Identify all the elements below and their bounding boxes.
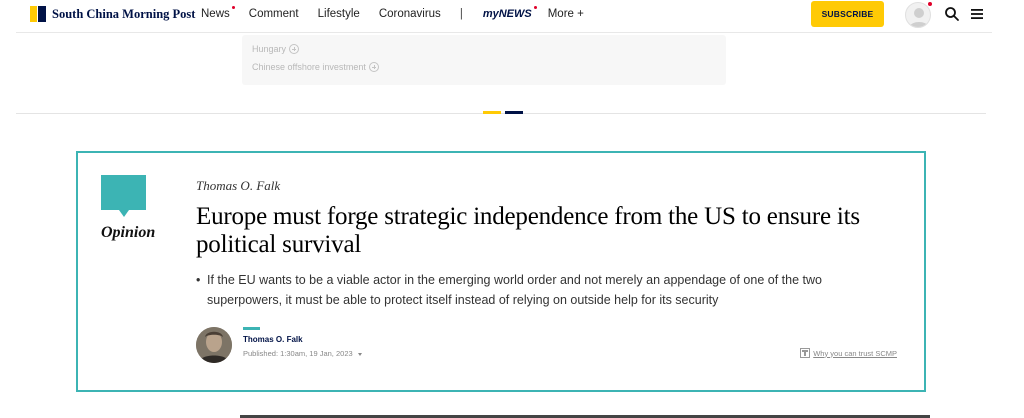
chevron-down-icon bbox=[357, 352, 362, 356]
notification-dot-icon bbox=[533, 6, 537, 9]
summary-text: If the EU wants to be a viable actor in … bbox=[207, 273, 822, 307]
byline-accent bbox=[243, 327, 260, 330]
article-summary: • If the EU wants to be a viable actor i… bbox=[196, 270, 896, 310]
byline-author[interactable]: Thomas O. Falk bbox=[243, 335, 303, 344]
scmp-logo[interactable]: South China Morning Post bbox=[30, 6, 195, 22]
nav-item-mynews[interactable]: myNEWS bbox=[482, 6, 537, 20]
brand-divider-yellow bbox=[483, 111, 501, 114]
nav-item-label: Lifestyle bbox=[317, 8, 360, 20]
nav-item-news[interactable]: News bbox=[201, 6, 235, 20]
follow-plus-icon[interactable] bbox=[289, 44, 300, 54]
related-topics-panel: Hungary Chinese offshore investment bbox=[242, 35, 726, 85]
author-photo[interactable] bbox=[196, 327, 232, 363]
trust-link-text: Why you can trust SCMP bbox=[813, 348, 897, 358]
nav-item-label: News bbox=[201, 8, 230, 20]
topic-item-hungary[interactable]: Hungary bbox=[252, 44, 300, 54]
summary-bullet: • bbox=[196, 273, 201, 287]
nav-item-more[interactable]: More + bbox=[548, 8, 584, 20]
article-headline[interactable]: Europe must forge strategic independence… bbox=[196, 203, 916, 259]
opinion-article-card[interactable]: Opinion Thomas O. Falk Europe must forge… bbox=[76, 151, 926, 392]
nav-item-lifestyle[interactable]: Lifestyle bbox=[318, 8, 360, 20]
trust-link[interactable]: Why you can trust SCMP bbox=[800, 348, 897, 358]
subscribe-button[interactable]: SUBSCRIBE bbox=[811, 1, 884, 27]
topic-item-chinese-offshore-investment[interactable]: Chinese offshore investment bbox=[252, 62, 379, 72]
nav-divider bbox=[16, 32, 992, 33]
logo-text: South China Morning Post bbox=[52, 6, 196, 21]
topic-label: Chinese offshore investment bbox=[252, 62, 366, 72]
main-nav: News Comment Lifestyle Coronavirus | myN… bbox=[201, 6, 603, 20]
opinion-speech-bubble-icon bbox=[101, 175, 146, 210]
section-divider bbox=[16, 113, 986, 114]
mynews-label: myNEWS bbox=[482, 8, 532, 20]
notification-dot-icon bbox=[231, 6, 235, 9]
brand-divider-navy bbox=[505, 111, 523, 114]
section-label: Opinion bbox=[101, 224, 156, 241]
top-navigation-bar: South China Morning Post News Comment Li… bbox=[0, 0, 1024, 30]
opinion-bubble-tail bbox=[119, 210, 129, 217]
hamburger-menu-icon[interactable] bbox=[970, 7, 984, 21]
user-avatar-icon[interactable] bbox=[905, 2, 931, 28]
follow-plus-icon[interactable] bbox=[368, 62, 379, 72]
notification-dot-icon bbox=[928, 2, 932, 6]
nav-item-label: Coronavirus bbox=[378, 8, 441, 20]
topic-label: Hungary bbox=[252, 44, 287, 54]
search-icon[interactable] bbox=[944, 6, 960, 22]
author-name-top[interactable]: Thomas O. Falk bbox=[196, 178, 280, 194]
nav-item-label: Comment bbox=[248, 8, 299, 20]
trust-badge-icon bbox=[800, 348, 811, 358]
published-date[interactable]: Published: 1:30am, 19 Jan, 2023 bbox=[243, 349, 362, 358]
published-text: Published: 1:30am, 19 Jan, 2023 bbox=[243, 349, 353, 358]
nav-item-comment[interactable]: Comment bbox=[249, 8, 299, 20]
nav-separator: | bbox=[459, 8, 463, 20]
scmp-logo-mark-icon bbox=[30, 6, 46, 22]
nav-item-coronavirus[interactable]: Coronavirus bbox=[379, 8, 441, 20]
